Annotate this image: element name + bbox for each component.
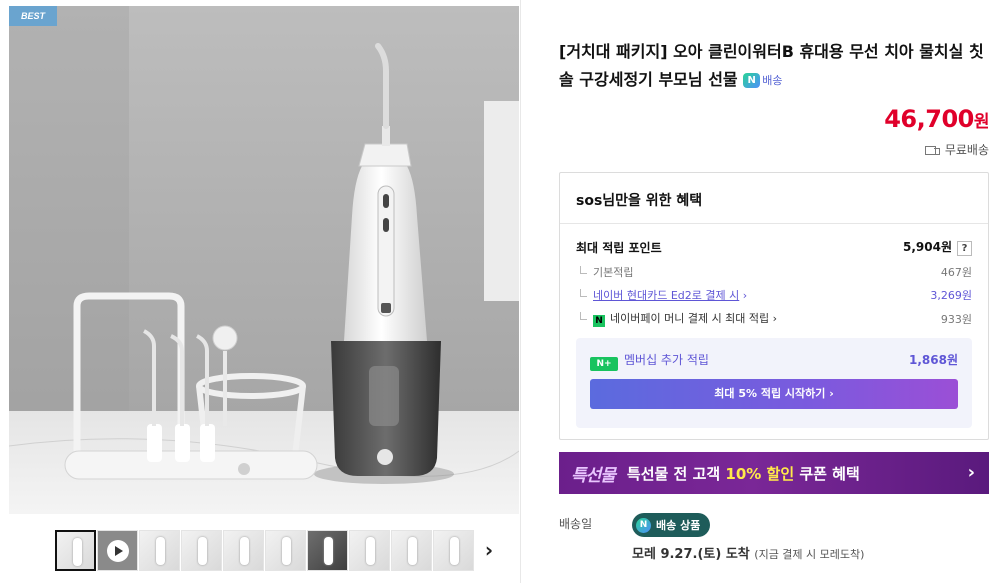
thumbnail-10[interactable] [433, 530, 474, 571]
price: 46,700원 [884, 105, 989, 133]
card-points-row[interactable]: 네이버 현대카드 Ed2로 결제 시 › 3,269원 [576, 287, 972, 303]
thumbnail-4[interactable] [181, 530, 222, 571]
chevron-right-icon[interactable]: › [477, 538, 501, 562]
thumbnail-3[interactable] [139, 530, 180, 571]
coupon-text: 특선물 전 고객 10% 할인 쿠폰 혜택 [627, 463, 860, 484]
basic-points-value: 467원 [940, 266, 972, 279]
arrival-date: 모레 9.27.(토) 도착 [632, 547, 750, 562]
card-points-value: 3,269원 [930, 289, 972, 302]
max-points-value: 5,904원 [903, 240, 952, 254]
thumbnail-7[interactable] [307, 530, 348, 571]
thumbnail-6[interactable] [265, 530, 306, 571]
arrival-note: (지금 결제 시 모레도착) [754, 548, 865, 561]
price-unit: 원 [973, 112, 990, 132]
card-points-link[interactable]: 네이버 현대카드 Ed2로 결제 시 [593, 289, 739, 302]
product-photo [9, 6, 519, 514]
price-value: 46,700 [884, 105, 974, 133]
play-icon [107, 540, 129, 562]
membership-start-button[interactable]: 최대 5% 적립 시작하기 › [590, 379, 958, 409]
basic-points-row: 기본적립 467원 [576, 264, 972, 280]
main-product-image[interactable]: BEST [9, 6, 519, 514]
basic-points-label: 기본적립 [593, 266, 634, 279]
coupon-highlight: 10% 할인 [725, 464, 795, 483]
membership-button-label: 최대 5% 적립 시작하기 [714, 387, 826, 400]
membership-row: N+ 멤버십 추가 적립 1,868원 [590, 351, 958, 371]
npay-logo-icon: N [593, 315, 605, 327]
product-title: [거치대 패키지] 오아 클린이워터B 휴대용 무선 치아 물치실 칫솔 구강세… [559, 38, 991, 95]
membership-panel: N+ 멤버십 추가 적립 1,868원 최대 5% 적립 시작하기 › [576, 338, 972, 428]
nplus-badge-icon: N+ [590, 357, 618, 371]
npay-money-value: 933원 [940, 312, 972, 326]
npay-delivery-badge: N 배송 [743, 67, 782, 95]
delivery-label: 배송일 [559, 517, 593, 531]
best-badge: BEST [9, 6, 57, 26]
chevron-right-icon: › [967, 462, 975, 483]
benefit-heading: sos님만을 위한 혜택 [560, 173, 988, 224]
shipping-info: 무료배송 [924, 141, 989, 158]
max-points-row: 최대 적립 포인트 5,904원? [576, 238, 972, 256]
thumbnail-video[interactable] [97, 530, 138, 571]
truck-icon [924, 145, 940, 155]
npay-money-row[interactable]: N 네이버페이 머니 결제 시 최대 적립 › 933원 [576, 310, 972, 327]
thumbnail-strip: › [9, 516, 519, 583]
thumbnail-8[interactable] [349, 530, 390, 571]
thumbnail-1[interactable] [55, 530, 96, 571]
special-gift-logo: 특선물 [571, 465, 616, 486]
shipping-label: 무료배송 [944, 143, 989, 157]
npay-badge-label: 배송 [762, 73, 783, 87]
npay-money-label[interactable]: 네이버페이 머니 결제 시 최대 적립 [610, 312, 769, 325]
membership-value: 1,868원 [909, 353, 958, 367]
benefit-panel: sos님만을 위한 혜택 최대 적립 포인트 5,904원? 기본적립 467원… [559, 172, 989, 440]
naver-n-icon: N [636, 517, 651, 533]
membership-label: 멤버십 추가 적립 [624, 353, 709, 367]
max-points-label: 최대 적립 포인트 [576, 240, 662, 255]
thumbnail-9[interactable] [391, 530, 432, 571]
branch-line-icon [580, 266, 587, 274]
delivery-pill-label: 배송 상품 [656, 519, 701, 532]
branch-line-icon [580, 289, 587, 297]
column-divider [520, 0, 521, 583]
npay-delivery-pill: N 배송 상품 [632, 513, 711, 537]
thumbnail-5[interactable] [223, 530, 264, 571]
coupon-banner[interactable]: 특선물 특선물 전 고객 10% 할인 쿠폰 혜택 › [559, 452, 989, 494]
help-icon[interactable]: ? [957, 241, 972, 256]
coupon-text-suffix: 쿠폰 혜택 [794, 464, 860, 483]
branch-line-icon [580, 312, 587, 320]
naver-n-icon: N [743, 73, 761, 88]
arrival-info: 모레 9.27.(토) 도착 (지금 결제 시 모레도착) [632, 543, 864, 562]
coupon-text-prefix: 특선물 전 고객 [626, 464, 726, 483]
